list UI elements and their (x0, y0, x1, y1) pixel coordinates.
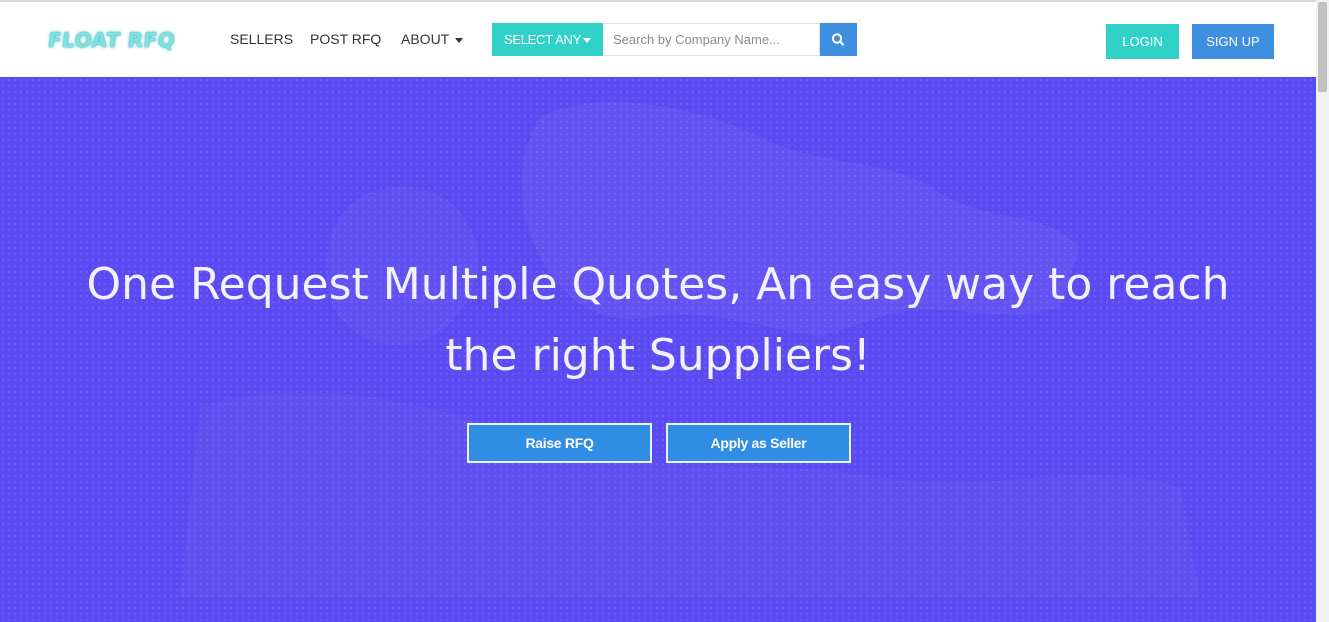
hero-headline-line2: the right Suppliers! (445, 330, 871, 381)
nav-about-label: ABOUT (401, 31, 450, 47)
nav-sellers-link[interactable]: SELLERS (230, 31, 293, 47)
hero-headline: One Request Multiple Quotes, An easy way… (0, 249, 1316, 391)
hero-banner: One Request Multiple Quotes, An easy way… (0, 77, 1316, 622)
category-select-label: SELECT ANY (504, 32, 581, 47)
hero-headline-line1: One Request Multiple Quotes, An easy way… (86, 259, 1230, 310)
category-select-dropdown[interactable]: SELECT ANY (492, 23, 603, 56)
chevron-down-icon (455, 37, 464, 43)
raise-rfq-button[interactable]: Raise RFQ (467, 423, 652, 463)
site-header: FLOAT RFQ SELLERS POST RFQ ABOUT SELECT … (0, 2, 1316, 77)
company-search-input[interactable] (603, 23, 820, 56)
search-button[interactable] (820, 23, 857, 56)
scrollbar-thumb[interactable] (1318, 2, 1327, 92)
page-scrollbar[interactable] (1316, 0, 1329, 622)
login-button[interactable]: LOGIN (1106, 24, 1179, 59)
signup-button[interactable]: SIGN UP (1192, 24, 1274, 59)
float-rfq-logo[interactable]: FLOAT RFQ (47, 28, 177, 52)
nav-post-rfq-link[interactable]: POST RFQ (310, 31, 381, 47)
nav-about-dropdown[interactable]: ABOUT (401, 31, 464, 47)
chevron-down-icon (582, 38, 591, 44)
apply-as-seller-button[interactable]: Apply as Seller (666, 423, 851, 463)
search-icon (831, 33, 845, 46)
